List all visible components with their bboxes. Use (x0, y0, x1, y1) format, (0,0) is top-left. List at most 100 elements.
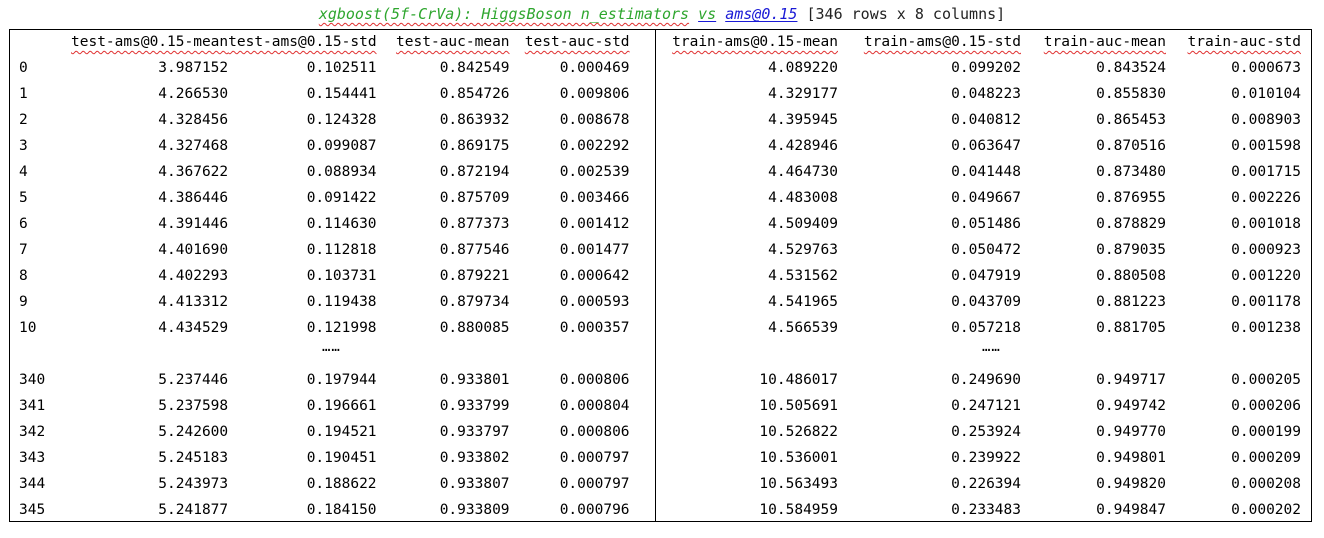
table-cell: 0.197944 (306, 372, 377, 388)
row-index: 6 (19, 216, 28, 232)
table-cell: 0.154441 (306, 86, 377, 102)
table-row: 340 5.237446 0.197944 0.933801 0.000806 (19, 367, 630, 393)
table-cell: 0.001477 (559, 242, 630, 258)
table-cell: 0.057218 (951, 320, 1021, 336)
table-cell: 4.529763 (768, 242, 838, 258)
table-cell: 0.041448 (951, 164, 1021, 180)
table-cell: 0.002292 (559, 138, 630, 154)
table-cell: 0.047919 (951, 268, 1021, 284)
table-cell: 0.870516 (1096, 138, 1166, 154)
row-index: 344 (19, 476, 46, 492)
table-cell: 0.253924 (951, 424, 1021, 440)
table-cell: 0.001715 (1231, 164, 1301, 180)
table-cell: 4.327468 (158, 138, 229, 154)
table-cell: 10.526822 (759, 424, 838, 440)
table-cell: 0.102511 (306, 60, 377, 76)
table-cell: 0.880085 (439, 320, 510, 336)
row-index: 1 (19, 86, 28, 102)
table-row: 4.529763 0.050472 0.879035 0.000923 (663, 237, 1301, 263)
table-title: xgboost(5f-CrVa): HiggsBoson n_estimator… (0, 5, 1324, 23)
table-cell: 4.566539 (768, 320, 838, 336)
table-cell: 0.008903 (1231, 112, 1301, 128)
table-cell: 0.872194 (439, 164, 510, 180)
table-cell: 0.854726 (439, 86, 510, 102)
table-cell: 0.099202 (951, 60, 1021, 76)
table-cell: 0.000923 (1231, 242, 1301, 258)
table-cell: 0.949801 (1096, 450, 1166, 466)
table-cell: 0.000469 (559, 60, 630, 76)
table-cell: 0.051486 (951, 216, 1021, 232)
table-cell: 0.933802 (439, 450, 510, 466)
table-cell: 4.464730 (768, 164, 838, 180)
table-cell: 0.876955 (1096, 190, 1166, 206)
table-cell: 4.391446 (158, 216, 229, 232)
table-row: 4.464730 0.041448 0.873480 0.001715 (663, 159, 1301, 185)
table-cell: 4.266530 (158, 86, 229, 102)
test-metrics-table: test-ams@0.15-mean test-ams@0.15-std tes… (19, 29, 630, 523)
title-link[interactable]: ams@0.15 (725, 5, 797, 23)
table-row: 343 5.245183 0.190451 0.933802 0.000797 (19, 445, 630, 471)
table-row: 344 5.243973 0.188622 0.933807 0.000797 (19, 471, 630, 497)
table-cell: 0.843524 (1096, 60, 1166, 76)
table-row: 341 5.237598 0.196661 0.933799 0.000804 (19, 393, 630, 419)
table-cell: 0.239922 (951, 450, 1021, 466)
table-cell: 0.048223 (951, 86, 1021, 102)
table-cell: 0.877373 (439, 216, 510, 232)
row-index: 340 (19, 372, 46, 388)
table-cell: 4.386446 (158, 190, 229, 206)
table-cell: 3.987152 (158, 60, 229, 76)
table-cell: 0.001412 (559, 216, 630, 232)
table-cell: 0.863932 (439, 112, 510, 128)
table-row: 2 4.328456 0.124328 0.863932 0.008678 (19, 107, 630, 133)
table-cell: 4.328456 (158, 112, 229, 128)
table-cell: 0.099087 (306, 138, 377, 154)
row-index: 345 (19, 502, 46, 518)
table-cell: 0.194521 (306, 424, 377, 440)
table-cell: 0.190451 (306, 450, 377, 466)
table-cell: 0.049667 (951, 190, 1021, 206)
table-row: 10 4.434529 0.121998 0.880085 0.000357 (19, 315, 630, 341)
table-row: 10.526822 0.253924 0.949770 0.000199 (663, 419, 1301, 445)
table-row: 342 5.242600 0.194521 0.933797 0.000806 (19, 419, 630, 445)
header-row: train-ams@0.15-mean train-ams@0.15-std t… (663, 29, 1301, 55)
table-cell: 0.121998 (306, 320, 377, 336)
table-cell: 4.541965 (768, 294, 838, 310)
table-row: 4.509409 0.051486 0.878829 0.001018 (663, 211, 1301, 237)
table-cell: 0.001238 (1231, 320, 1301, 336)
table-cell: 0.000804 (559, 398, 630, 414)
table-row: 4.483008 0.049667 0.876955 0.002226 (663, 185, 1301, 211)
table-cell: 0.103731 (306, 268, 377, 284)
table-cell: 0.233483 (951, 502, 1021, 518)
table-cell: 0.000205 (1231, 372, 1301, 388)
table-cell: 0.000806 (559, 424, 630, 440)
table-cell: 0.000796 (559, 502, 630, 518)
table-row: 5 4.386446 0.091422 0.875709 0.003466 (19, 185, 630, 211)
index-header (19, 29, 71, 55)
title-main: xgboost(5f-CrVa): HiggsBoson n_estimator… (318, 5, 690, 23)
table-cell: 0.879734 (439, 294, 510, 310)
table-cell: 0.000673 (1231, 60, 1301, 76)
table-cell: 5.245183 (158, 450, 229, 466)
table-cell: 0.873480 (1096, 164, 1166, 180)
table-cell: 10.563493 (759, 476, 838, 492)
table-cell: 4.089220 (768, 60, 838, 76)
table-row: 4.541965 0.043709 0.881223 0.001178 (663, 289, 1301, 315)
table-row: 0 3.987152 0.102511 0.842549 0.000469 (19, 55, 630, 81)
table-row: 7 4.401690 0.112818 0.877546 0.001477 (19, 237, 630, 263)
table-row: 4.566539 0.057218 0.881705 0.001238 (663, 315, 1301, 341)
table-cell: 0.842549 (439, 60, 510, 76)
table-cell: 0.003466 (559, 190, 630, 206)
table-cell: 0.855830 (1096, 86, 1166, 102)
column-header: test-auc-mean (396, 34, 510, 50)
row-index: 7 (19, 242, 28, 258)
table-row: 4.428946 0.063647 0.870516 0.001598 (663, 133, 1301, 159)
column-divider (655, 29, 656, 522)
table-cell: 0.000208 (1231, 476, 1301, 492)
table-cell: 0.001018 (1231, 216, 1301, 232)
table-row: 10.536001 0.239922 0.949801 0.000209 (663, 445, 1301, 471)
table-cell: 10.584959 (759, 502, 838, 518)
table-cell: 0.949847 (1096, 502, 1166, 518)
table-cell: 0.878829 (1096, 216, 1166, 232)
table-cell: 4.395945 (768, 112, 838, 128)
table-cell: 0.124328 (306, 112, 377, 128)
